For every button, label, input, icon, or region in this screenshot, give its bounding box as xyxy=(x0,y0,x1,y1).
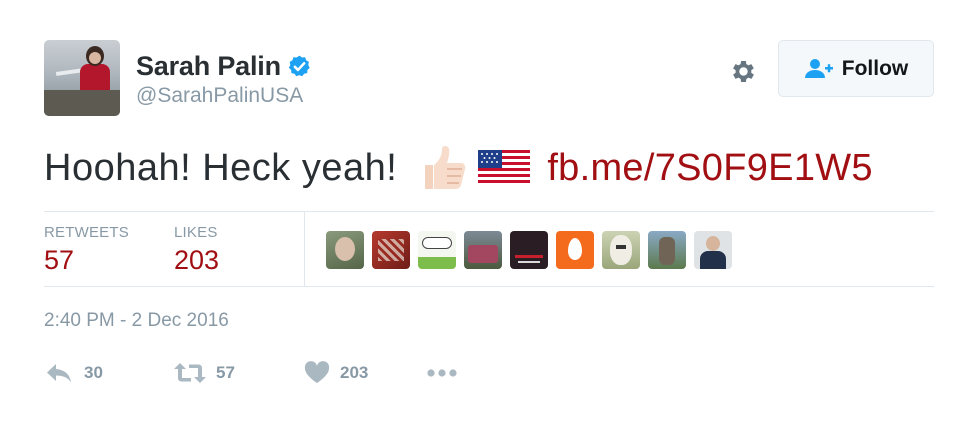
stats-bottom-divider xyxy=(44,286,934,287)
likes-label: LIKES xyxy=(174,224,218,241)
tweet-text-body: Hoohah! Heck yeah! xyxy=(44,146,398,189)
stats-vertical-divider xyxy=(304,212,305,286)
retweet-button[interactable]: 57 xyxy=(174,361,235,385)
liker-avatar[interactable] xyxy=(648,231,686,269)
follow-person-plus-icon xyxy=(804,58,833,78)
tweet-text: Hoohah! Heck yeah! fb.me/7S0F9E1W5 xyxy=(44,142,873,194)
liker-avatar[interactable] xyxy=(372,231,410,269)
more-dots-icon xyxy=(427,369,457,377)
verified-badge-icon xyxy=(288,55,310,76)
like-count: 203 xyxy=(340,363,369,382)
display-name[interactable]: Sarah Palin xyxy=(136,51,281,82)
likes-value[interactable]: 203 xyxy=(174,245,219,276)
tweet-timestamp[interactable]: 2:40 PM - 2 Dec 2016 xyxy=(44,310,229,332)
follow-button[interactable]: Follow xyxy=(778,40,934,97)
retweets-label: RETWEETS xyxy=(44,224,129,241)
like-button[interactable]: 203 xyxy=(304,361,368,385)
user-name-row: Sarah Palin xyxy=(136,49,312,83)
follow-label: Follow xyxy=(841,56,909,80)
gear-icon[interactable] xyxy=(729,57,758,86)
thumbs-up-emoji-icon xyxy=(425,146,466,189)
retweet-count: 57 xyxy=(216,363,235,382)
liker-avatar[interactable] xyxy=(556,231,594,269)
heart-icon xyxy=(304,361,330,383)
liker-avatar[interactable] xyxy=(602,231,640,269)
liker-avatar[interactable] xyxy=(510,231,548,269)
liker-avatars xyxy=(326,231,732,269)
reply-button[interactable]: 30 xyxy=(46,361,103,385)
reply-icon xyxy=(47,364,71,383)
retweet-icon xyxy=(174,363,206,383)
liker-avatar[interactable] xyxy=(418,231,456,269)
reply-count: 30 xyxy=(84,363,103,382)
us-flag-emoji-icon xyxy=(478,150,531,186)
more-button[interactable] xyxy=(426,363,458,383)
liker-avatar[interactable] xyxy=(464,231,502,269)
likes-stat[interactable]: LIKES 203 xyxy=(174,224,219,276)
liker-avatar[interactable] xyxy=(326,231,364,269)
stats-top-divider xyxy=(44,211,934,212)
avatar[interactable] xyxy=(44,40,120,116)
retweets-stat[interactable]: RETWEETS 57 xyxy=(44,224,129,276)
tweet-link[interactable]: fb.me/7S0F9E1W5 xyxy=(547,147,873,190)
liker-avatar[interactable] xyxy=(694,231,732,269)
user-handle[interactable]: @SarahPalinUSA xyxy=(136,84,303,108)
tweet-card: Sarah Palin @SarahPalinUSA Follow Hoohah… xyxy=(0,0,980,429)
retweets-value[interactable]: 57 xyxy=(44,245,129,276)
